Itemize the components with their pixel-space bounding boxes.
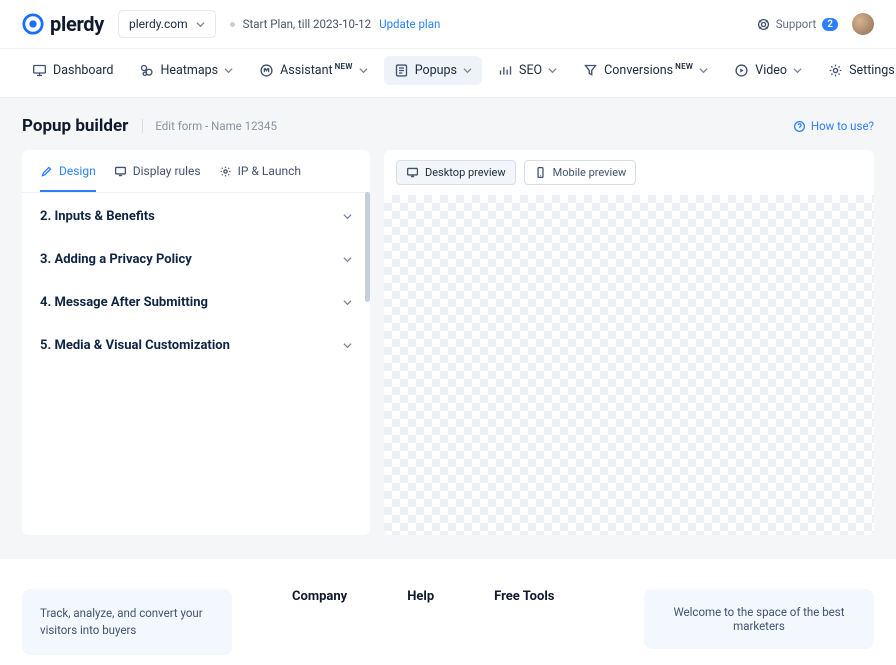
nav-assistant[interactable]: AssistantNEW bbox=[249, 55, 378, 85]
accordion-title: 5. Media & Visual Customization bbox=[40, 338, 230, 353]
footer-tagline-card: Track, analyze, and convert your visitor… bbox=[22, 589, 232, 654]
accordion-media-visual[interactable]: 5. Media & Visual Customization bbox=[22, 324, 370, 367]
footer-welcome-card: Welcome to the space of the best markete… bbox=[644, 589, 874, 649]
accordion-title: 2. Inputs & Benefits bbox=[40, 209, 155, 224]
funnel-icon bbox=[583, 63, 598, 78]
brand-name: plerdy bbox=[50, 12, 104, 36]
nav-label: AssistantNEW bbox=[280, 62, 353, 78]
plan-status-dot bbox=[230, 22, 235, 27]
mobile-preview-button[interactable]: Mobile preview bbox=[524, 160, 637, 185]
screen-icon bbox=[114, 165, 127, 178]
tab-design[interactable]: Design bbox=[40, 164, 96, 192]
nav-seo[interactable]: SEO bbox=[488, 56, 567, 85]
scrollbar-thumb[interactable] bbox=[365, 192, 370, 302]
user-avatar[interactable] bbox=[852, 13, 874, 35]
tab-label: Design bbox=[59, 164, 96, 178]
desktop-preview-button[interactable]: Desktop preview bbox=[396, 160, 516, 185]
gear-icon bbox=[828, 63, 843, 78]
nav-label: ConversionsNEW bbox=[604, 62, 693, 78]
preview-button-label: Desktop preview bbox=[425, 166, 506, 179]
help-icon bbox=[793, 120, 806, 133]
preview-canvas bbox=[384, 195, 874, 535]
support-count-badge: 2 bbox=[822, 18, 838, 31]
plerdy-logo-icon bbox=[22, 13, 44, 35]
chevron-down-icon bbox=[224, 66, 233, 75]
heatmap-icon bbox=[139, 63, 154, 78]
footer-welcome-text: Welcome to the space of the best markete… bbox=[674, 605, 845, 633]
nav-label: Settings bbox=[849, 63, 895, 78]
lifebuoy-icon bbox=[757, 18, 770, 31]
support-label: Support bbox=[776, 17, 817, 31]
chevron-down-icon bbox=[343, 298, 352, 307]
pencil-icon bbox=[40, 165, 53, 178]
page-subtitle: Edit form - Name 12345 bbox=[142, 119, 277, 133]
ai-icon bbox=[259, 63, 274, 78]
accordion-title: 4. Message After Submitting bbox=[40, 295, 208, 310]
chevron-down-icon bbox=[359, 66, 368, 75]
support-link[interactable]: Support 2 bbox=[757, 17, 838, 31]
how-to-use-label: How to use? bbox=[811, 119, 874, 133]
footer-col-company[interactable]: Company bbox=[292, 589, 347, 604]
how-to-use-link[interactable]: How to use? bbox=[793, 119, 874, 133]
nav-settings[interactable]: Settings bbox=[818, 56, 896, 85]
site-selector[interactable]: plerdy.com bbox=[118, 10, 216, 38]
nav-popups[interactable]: Popups bbox=[384, 56, 482, 85]
nav-label: Heatmaps bbox=[160, 63, 218, 78]
footer: Track, analyze, and convert your visitor… bbox=[0, 559, 896, 664]
nav-video[interactable]: Video bbox=[724, 56, 812, 85]
plan-text: Start Plan, till 2023-10-12 bbox=[243, 17, 371, 31]
update-plan-link[interactable]: Update plan bbox=[379, 17, 440, 31]
monitor-icon bbox=[32, 63, 47, 78]
preview-button-label: Mobile preview bbox=[553, 166, 627, 179]
chevron-down-icon bbox=[196, 20, 205, 29]
chevron-down-icon bbox=[463, 66, 472, 75]
builder-panel: Design Display rules IP & Launch 2. Inpu… bbox=[22, 150, 370, 535]
nav-label: Video bbox=[755, 63, 787, 78]
nav-heatmaps[interactable]: Heatmaps bbox=[129, 56, 243, 85]
accordion-inputs-benefits[interactable]: 2. Inputs & Benefits bbox=[22, 195, 370, 238]
nav-conversions[interactable]: ConversionsNEW bbox=[573, 55, 718, 85]
footer-tagline: Track, analyze, and convert your visitor… bbox=[40, 606, 203, 637]
chevron-down-icon bbox=[343, 341, 352, 350]
play-icon bbox=[734, 63, 749, 78]
chevron-down-icon bbox=[548, 66, 557, 75]
brand-logo[interactable]: plerdy bbox=[22, 12, 104, 36]
chart-icon bbox=[498, 63, 513, 78]
nav-label: SEO bbox=[519, 63, 542, 78]
tab-ip-launch[interactable]: IP & Launch bbox=[219, 164, 301, 192]
footer-col-free-tools[interactable]: Free Tools bbox=[494, 589, 554, 604]
accordion-title: 3. Adding a Privacy Policy bbox=[40, 252, 192, 267]
site-selector-value: plerdy.com bbox=[129, 17, 188, 31]
mobile-icon bbox=[534, 166, 547, 179]
gear-icon bbox=[219, 165, 232, 178]
main-nav: Dashboard Heatmaps AssistantNEW Popups S… bbox=[0, 49, 896, 98]
accordion-message-after-submit[interactable]: 4. Message After Submitting bbox=[22, 281, 370, 324]
accordion-privacy-policy[interactable]: 3. Adding a Privacy Policy bbox=[22, 238, 370, 281]
footer-col-help[interactable]: Help bbox=[407, 589, 434, 604]
form-icon bbox=[394, 63, 409, 78]
nav-label: Popups bbox=[415, 63, 457, 78]
tab-display-rules[interactable]: Display rules bbox=[114, 164, 201, 192]
page-title: Popup builder bbox=[22, 116, 128, 136]
desktop-icon bbox=[406, 166, 419, 179]
nav-label: Dashboard bbox=[53, 63, 113, 78]
chevron-down-icon bbox=[343, 255, 352, 264]
chevron-down-icon bbox=[793, 66, 802, 75]
chevron-down-icon bbox=[343, 212, 352, 221]
chevron-down-icon bbox=[699, 66, 708, 75]
preview-panel: Desktop preview Mobile preview bbox=[384, 150, 874, 535]
tab-label: IP & Launch bbox=[238, 164, 301, 178]
tab-label: Display rules bbox=[133, 164, 201, 178]
nav-dashboard[interactable]: Dashboard bbox=[22, 56, 123, 85]
plan-info: Start Plan, till 2023-10-12 Update plan bbox=[230, 17, 441, 31]
